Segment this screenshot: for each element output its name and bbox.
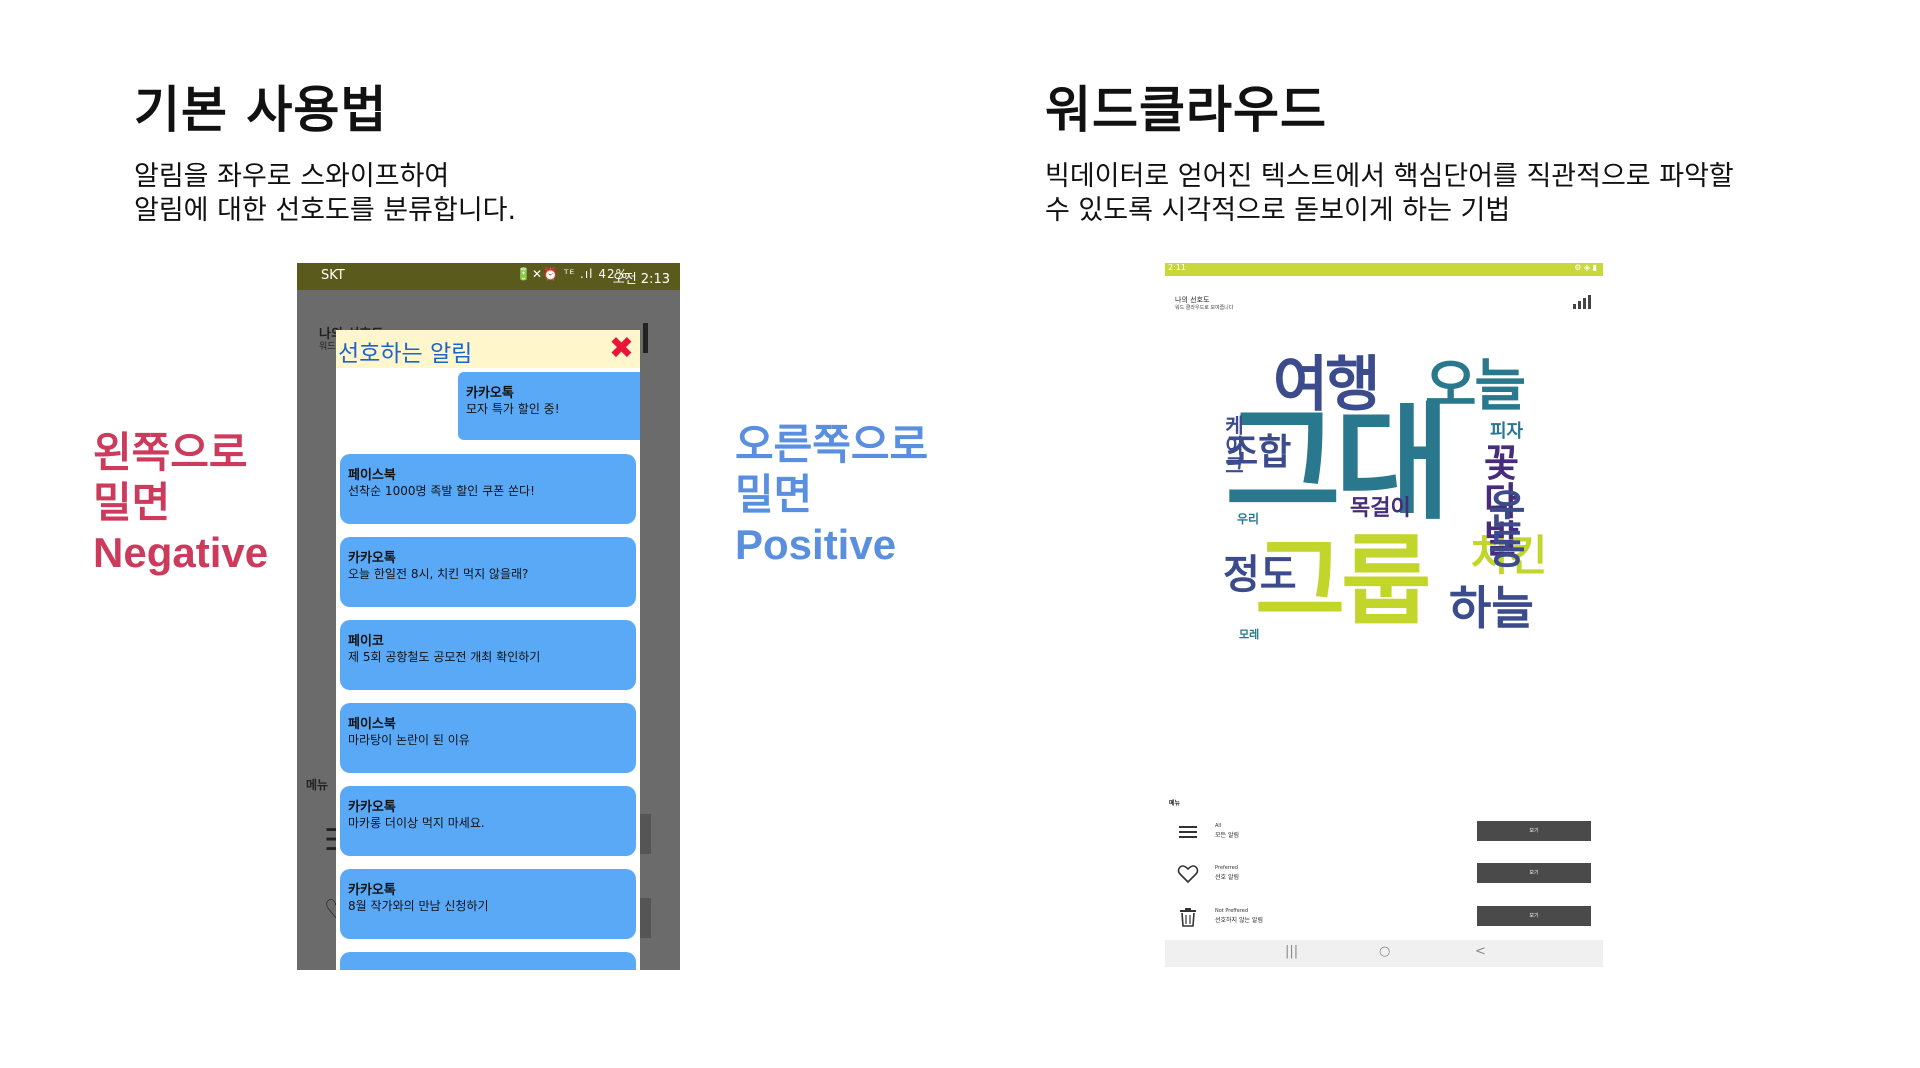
trash-icon bbox=[1180, 908, 1196, 927]
menu-row-ko-label: 선호하지 않는 알림 bbox=[1215, 917, 1263, 924]
list-icon bbox=[1179, 826, 1197, 838]
usage-description-line2: 알림에 대한 선호도를 분류합니다. bbox=[134, 195, 517, 226]
view-button[interactable]: 보기 bbox=[1477, 906, 1591, 926]
status-time: 2:11 bbox=[1168, 263, 1186, 272]
notification-card-partial[interactable] bbox=[340, 952, 636, 970]
swipe-right-label: 오른쪽으로 밀면 Positive bbox=[735, 420, 928, 570]
notification-message: 마라탕이 논란이 된 이유 bbox=[348, 733, 470, 747]
usage-description: 알림을 좌우로 스와이프하여 알림에 대한 선호도를 분류합니다. bbox=[134, 160, 516, 228]
tablet-screenshot: 2:11 ⚙ ◈ ▮ 나의 선호도 워드 클라우드로 보여줍니다 그대 그룹 여… bbox=[1165, 263, 1603, 967]
word-cloud-word: 하늘 bbox=[1449, 581, 1534, 635]
status-bar: 2:11 ⚙ ◈ ▮ bbox=[1165, 263, 1603, 276]
notification-card[interactable]: 페이코 제 5회 공항철도 공모전 개최 확인하기 bbox=[340, 620, 636, 690]
menu-row-preferred[interactable]: Preferred 선호 알림 보기 bbox=[1177, 861, 1597, 891]
swipe-right-line1: 오른쪽으로 bbox=[735, 421, 929, 468]
menu-row-ko-label: 모든 알림 bbox=[1215, 832, 1239, 839]
bg-page-subtitle: 워드 bbox=[319, 342, 336, 352]
word-cloud-word: 운동 bbox=[1480, 488, 1526, 568]
status-icons: 🔋✕⏰ ᵀᴱ .ıl 42% bbox=[516, 267, 628, 281]
recent-apps-button[interactable]: ||| bbox=[1285, 944, 1298, 959]
word-cloud-word: 우리 bbox=[1237, 512, 1260, 526]
notification-message: 마카롱 더이상 먹지 마세요. bbox=[348, 816, 485, 830]
page-subtitle: 워드 클라우드로 보여줍니다 bbox=[1175, 305, 1234, 311]
notification-message: 오늘 한일전 8시, 치킨 먹지 않을래? bbox=[348, 567, 529, 581]
wordcloud-heading: 워드클라우드 bbox=[1045, 81, 1327, 139]
swipe-left-line3: Negative bbox=[93, 529, 269, 576]
back-button[interactable]: < bbox=[1475, 944, 1486, 959]
menu-row-en-label: All bbox=[1215, 823, 1222, 829]
word-cloud-word: 정도 bbox=[1223, 552, 1297, 598]
notification-sender: 페이스북 bbox=[348, 468, 396, 483]
status-bar: SKT 🔋✕⏰ ᵀᴱ .ıl 42% 오전 2:13 bbox=[297, 263, 680, 290]
menu-row-ko-label: 선호 알림 bbox=[1215, 874, 1239, 881]
notification-sender: 카카오톡 bbox=[466, 386, 514, 401]
bg-menu-label: 메뉴 bbox=[306, 778, 329, 792]
status-icons: ⚙ ◈ ▮ bbox=[1574, 263, 1597, 272]
usage-description-line1: 알림을 좌우로 스와이프하여 bbox=[134, 161, 450, 192]
swipe-right-line2: 밀면 bbox=[735, 471, 813, 518]
notification-card[interactable]: 카카오톡 모자 특가 할인 중! bbox=[458, 372, 640, 440]
preferred-notifications-dialog[interactable]: 선호하는 알림 ✖ 카카오톡 모자 특가 할인 중! 페이스북 선착순 1000… bbox=[336, 330, 640, 970]
notification-card[interactable]: 페이스북 선착순 1000명 족발 할인 쿠폰 쏜다! bbox=[340, 454, 636, 524]
word-cloud-word: 케이크 bbox=[1221, 415, 1245, 475]
menu-row-en-label: Not Preffered bbox=[1215, 908, 1249, 914]
notification-message: 모자 특가 할인 중! bbox=[466, 402, 560, 416]
navigation-bar: ||| ○ < bbox=[1165, 940, 1603, 967]
carrier-label: SKT bbox=[321, 268, 345, 283]
word-cloud-word: 목걸이 bbox=[1350, 496, 1411, 521]
heart-icon bbox=[1177, 865, 1199, 884]
notification-sender: 카카오톡 bbox=[348, 883, 396, 898]
word-cloud-word: 여행 bbox=[1273, 350, 1380, 420]
wordcloud-description-line2: 수 있도록 시각적으로 돋보이게 하는 기법 bbox=[1045, 195, 1511, 226]
notification-card[interactable]: 페이스북 마라탕이 논란이 된 이유 bbox=[340, 703, 636, 773]
word-cloud: 그대 그룹 여행 오늘 조합 정도 치킨 하늘 목걸이 피자 우리 모레 케이크… bbox=[1165, 323, 1603, 783]
notification-sender: 페이코 bbox=[348, 634, 384, 649]
notification-card[interactable]: 카카오톡 마카롱 더이상 먹지 마세요. bbox=[340, 786, 636, 856]
bar-chart-icon[interactable] bbox=[1573, 295, 1591, 309]
notification-message: 제 5회 공항철도 공모전 개최 확인하기 bbox=[348, 650, 541, 664]
swipe-left-line1: 왼쪽으로 bbox=[93, 429, 248, 476]
status-time: 오전 2:13 bbox=[612, 272, 670, 287]
menu-label: 메뉴 bbox=[1169, 800, 1181, 807]
notification-message: 8월 작가와의 만남 신청하기 bbox=[348, 899, 489, 913]
notification-sender: 카카오톡 bbox=[348, 551, 396, 566]
bg-chart-icon bbox=[643, 323, 648, 353]
close-icon[interactable]: ✖ bbox=[609, 331, 634, 366]
notification-sender: 카카오톡 bbox=[348, 800, 396, 815]
swipe-right-line3: Positive bbox=[735, 521, 897, 568]
notification-sender: 페이스북 bbox=[348, 717, 396, 732]
swipe-left-line2: 밀면 bbox=[93, 479, 171, 526]
notification-card[interactable]: 카카오톡 오늘 한일전 8시, 치킨 먹지 않을래? bbox=[340, 537, 636, 607]
notification-card[interactable]: 카카오톡 8월 작가와의 만남 신청하기 bbox=[340, 869, 636, 939]
menu-row-all[interactable]: All 모든 알림 보기 bbox=[1177, 819, 1597, 849]
dialog-header: 선호하는 알림 ✖ bbox=[336, 330, 640, 368]
wordcloud-description: 빅데이터로 얻어진 텍스트에서 핵심단어를 직관적으로 파악할 수 있도록 시각… bbox=[1045, 160, 1734, 228]
wordcloud-description-line1: 빅데이터로 얻어진 텍스트에서 핵심단어를 직관적으로 파악할 bbox=[1045, 161, 1734, 192]
phone-screenshot: SKT 🔋✕⏰ ᵀᴱ .ıl 42% 오전 2:13 나의 선호도 워드 메뉴 … bbox=[297, 263, 680, 970]
usage-heading: 기본 사용법 bbox=[134, 81, 388, 139]
menu-row-en-label: Preferred bbox=[1215, 865, 1238, 871]
menu-row-not-preferred[interactable]: Not Preffered 선호하지 않는 알림 보기 bbox=[1177, 904, 1597, 934]
view-button[interactable]: 보기 bbox=[1477, 863, 1591, 883]
swipe-left-label: 왼쪽으로 밀면 Negative bbox=[93, 428, 268, 578]
home-button[interactable]: ○ bbox=[1379, 944, 1390, 959]
notification-message: 선착순 1000명 족발 할인 쿠폰 쏜다! bbox=[348, 484, 535, 498]
word-cloud-word: 피자 bbox=[1490, 421, 1524, 442]
word-cloud-word: 오늘 bbox=[1425, 354, 1526, 419]
dialog-title: 선호하는 알림 bbox=[338, 341, 473, 367]
view-button[interactable]: 보기 bbox=[1477, 821, 1591, 841]
word-cloud-word: 모레 bbox=[1239, 628, 1260, 641]
